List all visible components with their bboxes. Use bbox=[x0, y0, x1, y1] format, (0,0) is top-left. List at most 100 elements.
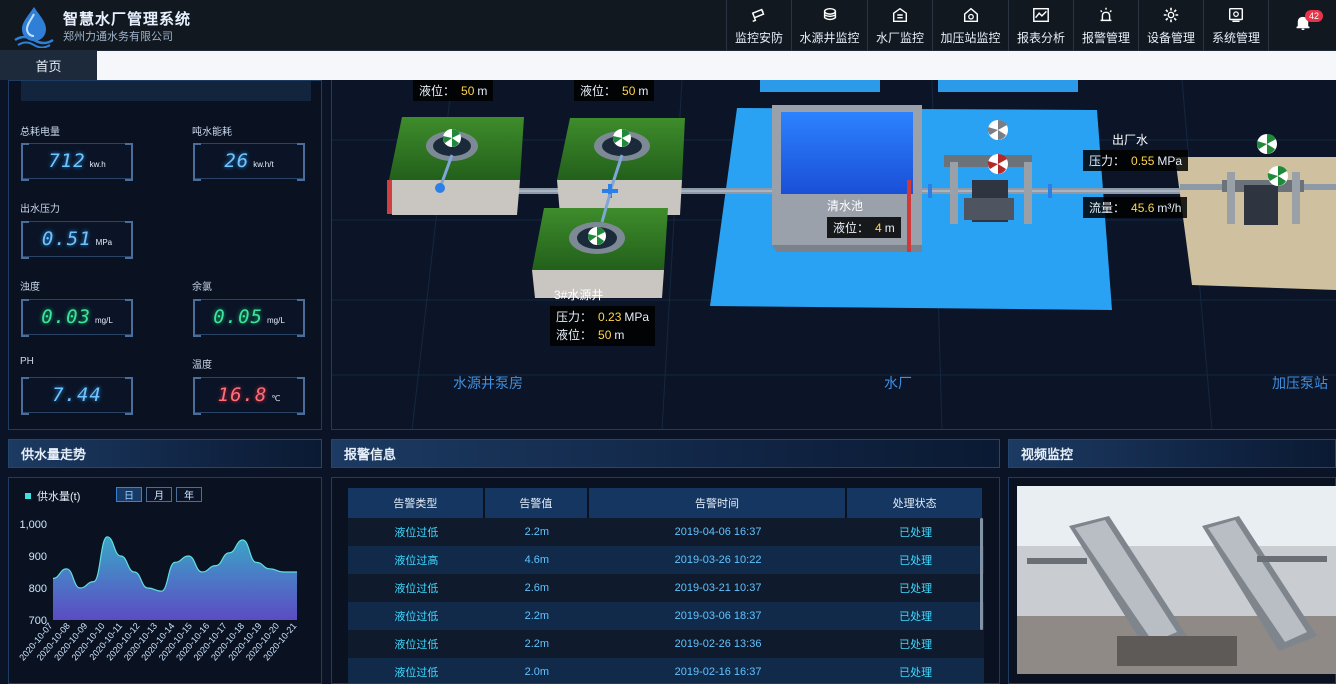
alarm-type-cell: 液位过高 bbox=[348, 546, 485, 574]
pressure-value: 0.23 bbox=[598, 310, 622, 324]
alarm-time-cell: 2019-02-16 16:37 bbox=[588, 658, 848, 683]
lcd-value: 16.8 bbox=[217, 384, 268, 406]
flow-value: 45.6 bbox=[1131, 201, 1155, 215]
flow-label: 流量： bbox=[1089, 201, 1126, 215]
system-icon bbox=[1228, 7, 1244, 22]
well2-level-readout: 液位： 50 m bbox=[574, 80, 655, 101]
tab-home[interactable]: 首页 bbox=[0, 51, 97, 80]
lcd-residual-chlorine: 0.05 mg/L bbox=[193, 299, 305, 337]
clear-pool-level-readout: 液位： 4 m bbox=[827, 217, 901, 238]
y-tick-label: 800 bbox=[29, 583, 47, 595]
panel-header-strip bbox=[21, 81, 311, 101]
zone-label-source: 水源井泵房 bbox=[453, 375, 523, 391]
supply-area-chart: 1,0009008007002020-10-072020-10-082020-1… bbox=[17, 519, 298, 663]
well3-name: 3#水源井 bbox=[554, 288, 604, 302]
legend-label: 供水量(t) bbox=[37, 491, 81, 503]
alarm-value-cell: 2.2m bbox=[484, 518, 589, 546]
section-title: 供水量走势 bbox=[21, 447, 87, 462]
nav-booster-monitoring[interactable]: 加压站监控 bbox=[932, 0, 1008, 51]
lcd-value: 0.51 bbox=[41, 228, 92, 250]
nav-device-management[interactable]: 设备管理 bbox=[1138, 0, 1203, 51]
alarm-type-cell: 液位过低 bbox=[348, 630, 485, 658]
alarm-time-cell: 2019-03-06 18:37 bbox=[588, 602, 848, 630]
alarm-scrollbar[interactable] bbox=[980, 518, 983, 630]
column-header: 告警值 bbox=[484, 488, 589, 518]
nav-well-monitoring[interactable]: 水源井监控 bbox=[791, 0, 867, 51]
alarm-table-header: 告警类型 告警值 告警时间 处理状态 bbox=[348, 488, 984, 518]
pump-station-icon bbox=[963, 7, 978, 22]
alarm-time-cell: 2019-02-26 13:36 bbox=[588, 630, 848, 658]
level-value: 50 bbox=[622, 84, 636, 98]
nav-label: 水源井监控 bbox=[799, 30, 860, 45]
lcd-unit: mg/L bbox=[94, 315, 113, 325]
metric-label-turbidity: 浊度 bbox=[20, 282, 40, 293]
nav-plant-monitoring[interactable]: 水厂监控 bbox=[867, 0, 932, 51]
clear-pool-name: 清水池 bbox=[827, 199, 864, 213]
alarm-table: 告警类型 告警值 告警时间 处理状态 液位过低 2.2m 2019-04-06 16… bbox=[348, 488, 984, 683]
metrics-panel: 总耗电量 712 kw.h 吨水能耗 26 kw.h/t 出水压力 0.51 M… bbox=[8, 80, 322, 430]
lcd-turbidity: 0.03 mg/L bbox=[21, 299, 133, 337]
lcd-value: 0.05 bbox=[213, 306, 263, 328]
metric-label-residual-chlorine: 余氯 bbox=[192, 282, 212, 293]
app-subtitle: 郑州力通水务有限公司 bbox=[63, 31, 173, 43]
alarm-type-cell: 液位过低 bbox=[348, 602, 485, 630]
alarm-row[interactable]: 液位过低 2.2m 2019-02-26 13:36 已处理 bbox=[348, 630, 984, 658]
nav-alarm-management[interactable]: 报警管理 bbox=[1073, 0, 1138, 51]
legend-swatch bbox=[25, 493, 31, 499]
range-button-year[interactable]: 年 bbox=[176, 487, 202, 502]
range-button-month[interactable]: 月 bbox=[146, 487, 172, 502]
metric-label-outlet-pressure: 出水压力 bbox=[20, 204, 60, 215]
lcd-total-power: 712 kw.h bbox=[21, 143, 133, 181]
alarm-status-cell: 已处理 bbox=[847, 602, 984, 630]
outlet-flow-readout: 流量： 45.6 m³/h bbox=[1083, 197, 1188, 218]
zone-label-plant: 水厂 bbox=[884, 375, 912, 391]
nav-label: 报表分析 bbox=[1016, 30, 1065, 45]
column-header: 处理状态 bbox=[847, 488, 984, 518]
nav-label: 系统管理 bbox=[1211, 30, 1260, 45]
section-title: 报警信息 bbox=[344, 447, 397, 462]
alarm-light-icon bbox=[1100, 7, 1112, 21]
lcd-value: 7.44 bbox=[52, 384, 102, 406]
alarm-row[interactable]: 液位过高 4.6m 2019-03-26 10:22 已处理 bbox=[348, 546, 984, 574]
notifications-button[interactable]: 42 bbox=[1268, 0, 1336, 51]
nav-security-monitoring[interactable]: 监控安防 bbox=[726, 0, 791, 51]
chart-icon bbox=[1033, 7, 1049, 22]
level-value: 4 bbox=[875, 221, 882, 235]
video-feed[interactable] bbox=[1017, 486, 1336, 674]
alarm-row[interactable]: 液位过低 2.2m 2019-03-06 18:37 已处理 bbox=[348, 602, 984, 630]
lcd-ph: 7.44 bbox=[21, 377, 133, 415]
level-value: 50 bbox=[598, 328, 612, 342]
alarm-time-cell: 2019-04-06 16:37 bbox=[588, 518, 848, 546]
lcd-unit: kw.h/t bbox=[253, 159, 274, 169]
supply-area-fill bbox=[53, 536, 297, 620]
nav-label: 水厂监控 bbox=[875, 30, 924, 45]
tab-bar: 首页 bbox=[0, 51, 1336, 80]
alarm-row[interactable]: 液位过低 2.6m 2019-03-21 10:37 已处理 bbox=[348, 574, 984, 602]
alarm-row[interactable]: 液位过低 2.0m 2019-02-16 16:37 已处理 bbox=[348, 658, 984, 683]
level-label: 液位： bbox=[580, 84, 617, 98]
supply-section-header: 供水量走势 bbox=[8, 439, 322, 468]
water-drop-logo-icon bbox=[14, 7, 54, 48]
well1-level-readout: 液位： 50 m bbox=[413, 80, 494, 101]
lcd-outlet-pressure: 0.51 MPa bbox=[21, 221, 133, 259]
alarm-value-cell: 2.0m bbox=[484, 658, 589, 683]
metric-label-ph: PH bbox=[20, 356, 34, 367]
alarm-time-cell: 2019-03-21 10:37 bbox=[588, 574, 848, 602]
alarm-status-cell: 已处理 bbox=[847, 574, 984, 602]
alarm-value-cell: 2.2m bbox=[484, 630, 589, 658]
nav-report-analysis[interactable]: 报表分析 bbox=[1008, 0, 1073, 51]
alarm-row[interactable]: 液位过低 2.2m 2019-04-06 16:37 已处理 bbox=[348, 518, 984, 546]
alarm-value-cell: 2.6m bbox=[484, 574, 589, 602]
nav-label: 加压站监控 bbox=[940, 30, 1001, 45]
plant-scene: 液位： 50 m 液位： 50 m 3#水源井 压力： 0.23 MPa 液位： 50 m 清水… bbox=[331, 80, 1336, 430]
lcd-unit: MPa bbox=[95, 237, 113, 247]
video-panel bbox=[1008, 477, 1336, 684]
alarm-table-body: 液位过低 2.2m 2019-04-06 16:37 已处理 液位过高 4.6m 2019-… bbox=[348, 518, 984, 683]
alarm-value-cell: 2.2m bbox=[484, 602, 589, 630]
range-buttons: 日 月 年 bbox=[116, 487, 202, 502]
range-button-day[interactable]: 日 bbox=[116, 487, 142, 502]
alarm-status-cell: 已处理 bbox=[847, 630, 984, 658]
alarm-status-cell: 已处理 bbox=[847, 658, 984, 683]
app-title: 智慧水厂管理系统 bbox=[63, 11, 192, 28]
nav-system-management[interactable]: 系统管理 bbox=[1203, 0, 1268, 51]
